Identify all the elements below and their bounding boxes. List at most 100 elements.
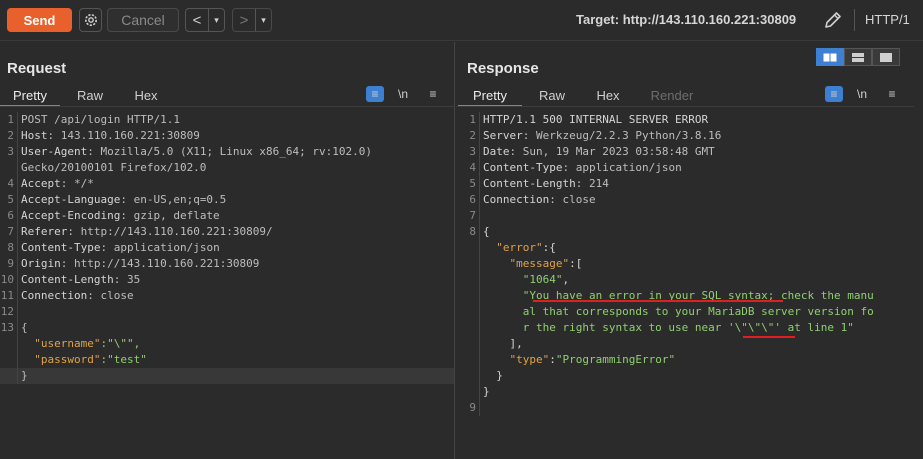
line-text: Accept-Language: en-US,en;q=0.5 — [18, 192, 226, 208]
line-number — [462, 288, 480, 304]
code-line: 4 Content-Type: application/json — [462, 160, 914, 176]
line-number: 8 — [462, 224, 480, 240]
split-vertical-icon[interactable] — [844, 48, 872, 66]
header-value: : Mozilla/5.0 (X11; Linux x86_64; rv:102… — [87, 145, 373, 158]
hamburger-menu-icon[interactable]: ≡ — [883, 86, 901, 102]
cancel-button[interactable]: Cancel — [107, 8, 179, 32]
newline-icon[interactable]: \n — [853, 86, 871, 102]
json-value: :"test" — [100, 353, 147, 366]
line-number: 13 — [0, 320, 18, 336]
line-text: Content-Length: 214 — [480, 176, 609, 192]
code-token: } — [483, 369, 503, 382]
header-name: Content-Type — [21, 241, 101, 254]
line-number — [462, 256, 480, 272]
code-line: al that corresponds to your MariaDB serv… — [462, 304, 914, 320]
code-token: : — [549, 353, 556, 366]
wrap-lines-icon[interactable]: ≡ — [825, 86, 843, 102]
gear-icon — [84, 14, 97, 26]
code-line: "1064", — [462, 272, 914, 288]
header-value: } — [21, 369, 28, 382]
settings-button[interactable] — [79, 8, 102, 32]
line-text: "type":"ProgrammingError" — [480, 352, 676, 368]
line-number — [0, 336, 18, 352]
line-number — [462, 240, 480, 256]
chevron-down-icon[interactable]: ▾ — [208, 9, 224, 31]
code-line: } — [462, 384, 914, 400]
line-number: 11 — [0, 288, 18, 304]
code-token: :[ — [569, 257, 583, 270]
request-panel: Request Pretty Raw Hex ≡ \n ≡ 1 POST /api… — [0, 42, 455, 459]
history-forward-button[interactable]: > ▾ — [232, 8, 272, 32]
annotation-underline-error — [533, 300, 783, 302]
line-text — [480, 400, 483, 416]
line-number — [0, 352, 18, 368]
chevron-down-icon[interactable]: ▾ — [255, 9, 271, 31]
response-title: Response — [467, 60, 539, 77]
code-line: Gecko/20100101 Firefox/102.0 — [0, 160, 454, 176]
line-number: 9 — [0, 256, 18, 272]
code-line: 6 Connection: close — [462, 192, 914, 208]
header-value: : close — [87, 289, 134, 302]
hamburger-menu-icon[interactable]: ≡ — [424, 86, 442, 102]
line-text: "password":"test" — [18, 352, 147, 368]
response-editor[interactable]: 1 HTTP/1.1 500 INTERNAL SERVER ERROR 2 Serv… — [462, 112, 914, 416]
split-horizontal-icon[interactable] — [816, 48, 844, 66]
line-text: Connection: close — [18, 288, 134, 304]
line-number: 4 — [0, 176, 18, 192]
newline-icon[interactable]: \n — [394, 86, 412, 102]
history-back-button[interactable]: < ▾ — [185, 8, 225, 32]
code-token: "error" — [496, 241, 543, 254]
send-button[interactable]: Send — [7, 8, 72, 32]
header-value: : en-US,en;q=0.5 — [120, 193, 227, 206]
line-number: 3 — [0, 144, 18, 160]
header-name: Content-Length — [21, 273, 114, 286]
code-token: , — [562, 273, 570, 286]
line-number — [462, 368, 480, 384]
line-number: 3 — [462, 144, 480, 160]
line-number — [462, 320, 480, 336]
single-pane-icon[interactable] — [872, 48, 900, 66]
code-line: "username":"\"", — [0, 336, 454, 352]
code-line: } — [462, 368, 914, 384]
line-number — [462, 304, 480, 320]
line-text: Connection: close — [480, 192, 596, 208]
pencil-icon[interactable] — [822, 9, 844, 31]
request-editor[interactable]: 1 POST /api/login HTTP/1.1 2 Host: 143.110.… — [0, 112, 454, 384]
tab-render[interactable]: Render — [634, 85, 710, 107]
header-value: Gecko/20100101 Firefox/102.0 — [21, 161, 207, 174]
tab-raw[interactable]: Raw — [60, 85, 120, 107]
tab-pretty[interactable]: Pretty — [0, 85, 60, 107]
tab-hex[interactable]: Hex — [120, 85, 172, 107]
code-token: Server — [483, 129, 523, 142]
code-token: "1064" — [522, 273, 563, 286]
target-label: Target: http://143.110.160.221:30809 — [576, 12, 797, 27]
http-version-selector[interactable]: HTTP/1 — [865, 12, 910, 27]
tab-pretty[interactable]: Pretty — [458, 85, 522, 107]
chevron-right-icon: > — [239, 11, 249, 29]
code-line: "password":"test" — [0, 352, 454, 368]
json-key: "password" — [21, 353, 101, 366]
header-name: Accept-Language — [21, 193, 121, 206]
code-line: ], — [462, 336, 914, 352]
line-text: } — [480, 368, 503, 384]
code-line: 9 Origin: http://143.110.160.221:30809 — [0, 256, 454, 272]
line-number: 10 — [0, 272, 18, 288]
line-number — [462, 384, 480, 400]
line-text: } — [18, 368, 28, 384]
wrap-lines-icon[interactable]: ≡ — [366, 86, 384, 102]
line-text: al that corresponds to your MariaDB serv… — [480, 304, 874, 320]
code-token: r the right syntax to use near '\"\"\"' … — [483, 321, 854, 334]
line-number: 2 — [462, 128, 480, 144]
line-text: Gecko/20100101 Firefox/102.0 — [18, 160, 206, 176]
code-line: 13{ — [0, 320, 454, 336]
line-text: Host: 143.110.160.221:30809 — [18, 128, 200, 144]
tab-raw[interactable]: Raw — [522, 85, 582, 107]
line-text: Referer: http://143.110.160.221:30809/ — [18, 224, 273, 240]
tab-hex[interactable]: Hex — [582, 85, 634, 107]
line-text: Origin: http://143.110.160.221:30809 — [18, 256, 259, 272]
line-text: Content-Length: 35 — [18, 272, 140, 288]
